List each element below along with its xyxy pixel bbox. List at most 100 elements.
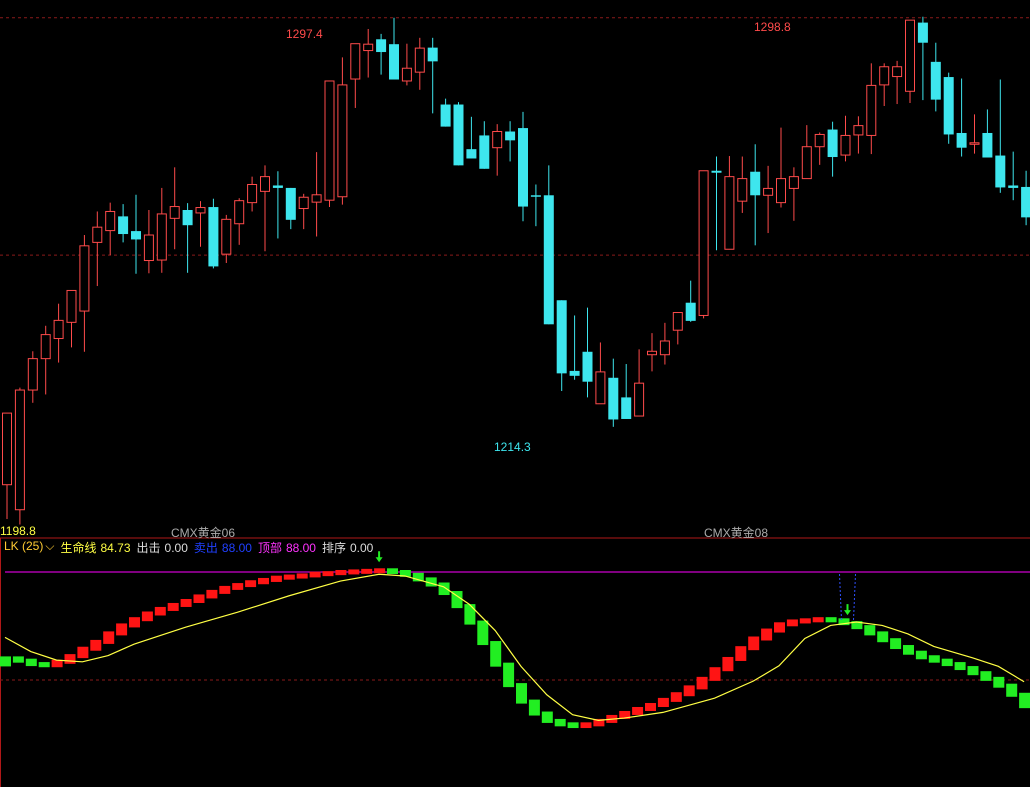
candle-body-up (788, 176, 799, 189)
indicator-bar-bear (25, 658, 37, 667)
indicator-bar-bull (799, 618, 811, 624)
indicator-bar-bull (735, 646, 747, 661)
candle-body-down (556, 300, 567, 374)
legend-top: 顶部 88.00 (257, 541, 316, 555)
candle-body-up (853, 125, 864, 136)
candle-body-up (79, 245, 90, 312)
indicator-bar-bear (516, 683, 527, 704)
candle-body-up (143, 234, 154, 262)
indicator-bar-bull (322, 571, 334, 577)
candle-body-up (647, 350, 657, 356)
indicator-bar-bull (219, 585, 231, 594)
indicator-bar-bear (387, 568, 398, 574)
indicator-bar-bull (786, 619, 798, 627)
candle-body-up (169, 206, 180, 219)
indicator-bar-bull (258, 577, 269, 585)
candle-body-up (866, 84, 877, 136)
indicator-bar-bear (903, 645, 914, 655)
indicator-bar-bull (670, 692, 682, 702)
candle-body-down (453, 104, 464, 166)
legend-rank: 排序 0.00 (321, 541, 374, 555)
indicator-bar-bear (567, 722, 579, 729)
indicator-bar-bull (206, 589, 218, 599)
candle-body-up (892, 66, 903, 78)
candle-body-down (930, 61, 941, 100)
indicator-bar-bull (103, 631, 115, 644)
candle-body-down (711, 170, 722, 173)
candle-body-down (543, 195, 554, 325)
candle-body-up (311, 194, 322, 203)
candle-body-up (66, 289, 77, 323)
candle-body-up (298, 196, 309, 210)
candle-body-down (272, 185, 283, 188)
candle-body-up (763, 187, 774, 196)
candle-body-down (505, 131, 516, 141)
indicator-bar-bull (77, 646, 89, 659)
indicator-bar-bear (915, 650, 927, 660)
indicator-bar-bull (193, 594, 205, 603)
indicator-bar-bear (825, 617, 837, 623)
candle-body-up (27, 358, 38, 391)
indicator-name[interactable]: LK (25) ⌵ (4, 539, 54, 556)
candle-body-up (776, 178, 786, 204)
indicator-bar-bear (503, 662, 515, 688)
indicator-bar-bear (967, 666, 979, 676)
indicator-bar-bull (245, 580, 257, 588)
indicator-bar-bull (283, 574, 295, 580)
indicator-bar-bear (554, 718, 566, 727)
legend-life-line: 生命线 84.73 (60, 541, 131, 555)
candle-body-down (917, 22, 928, 43)
indicator-bar-bull (774, 622, 785, 633)
indicator-bar-bear (490, 641, 502, 667)
candle-body-up (247, 183, 258, 204)
legend-attack: 出击 0.00 (136, 541, 188, 555)
candle-body-down (582, 351, 593, 382)
indicator-bar-bull (167, 602, 179, 611)
indicator-bar-bull (116, 623, 128, 636)
indicator-bar-bull (154, 606, 166, 616)
candle-body-up (737, 178, 748, 202)
indicator-bar-bear (12, 656, 24, 663)
candle-body-up (40, 334, 51, 360)
indicator-bar-bear (890, 638, 902, 650)
candle-body-down (1008, 185, 1019, 188)
candle-body-up (492, 131, 503, 149)
indicator-bar-bull (709, 667, 721, 681)
indicator-bar-bear (1019, 692, 1030, 709)
indicator-bar-bull (696, 676, 708, 690)
indicator-bar-bear (993, 676, 1005, 688)
candle-body-down (685, 302, 696, 321)
indicator-bar-bull (748, 636, 760, 651)
chevron-down-icon[interactable]: ⌵ (45, 539, 54, 553)
candle-body-down (982, 132, 993, 158)
candle-body-up (814, 133, 825, 148)
indicator-bar-bull (361, 568, 373, 574)
indicator-bar-bull (580, 722, 592, 729)
indicator-bar-bull (64, 654, 76, 664)
candle-body-up (414, 47, 425, 73)
candle-body-up (595, 371, 606, 405)
period-label-right: CMX黄金08 (704, 526, 769, 540)
candle-body-down (466, 149, 477, 159)
candle-body-up (698, 170, 709, 316)
candle-body-up (234, 200, 245, 225)
indicator-bar-bull (90, 639, 102, 651)
indicator-bar-bear (541, 711, 553, 723)
candle-body-up (363, 43, 374, 52)
indicator-bar-bear (980, 671, 992, 681)
candle-body-down (750, 171, 761, 196)
indicator-bar-bear (38, 662, 50, 668)
sell-signal-arrow-icon (844, 604, 851, 616)
candle-body-down (956, 132, 967, 148)
candle-body-down (285, 187, 296, 220)
candle-body-up (724, 176, 735, 250)
candle-body-down (995, 155, 1006, 188)
indicator-bar-bull (129, 617, 140, 628)
candle-body-down (131, 231, 141, 240)
indicator-bar-bear (954, 662, 966, 671)
indicator-bar-bear (438, 582, 450, 596)
candle-body-up (337, 84, 348, 198)
indicator-bar-bull (232, 583, 244, 590)
candle-body-down (389, 44, 399, 80)
candle-body-up (53, 319, 64, 340)
